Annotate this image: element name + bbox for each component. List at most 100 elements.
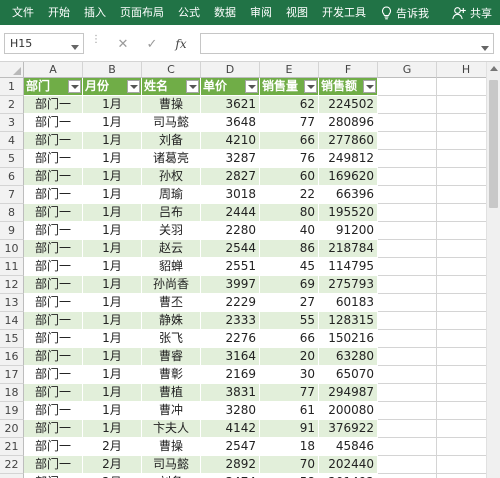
table-header-cell[interactable]: 部门 — [24, 78, 83, 96]
empty-cell[interactable] — [378, 474, 437, 478]
ribbon-tab[interactable]: 审阅 — [243, 0, 279, 25]
table-cell[interactable]: 200080 — [319, 402, 378, 420]
table-cell[interactable]: 赵云 — [142, 240, 201, 258]
table-cell[interactable]: 1月 — [83, 132, 142, 150]
table-cell[interactable]: 部门一 — [24, 420, 83, 438]
row-header[interactable]: 10 — [0, 240, 24, 258]
table-cell[interactable]: 部门一 — [24, 186, 83, 204]
table-cell[interactable]: 224502 — [319, 96, 378, 114]
table-cell[interactable]: 部门一 — [24, 312, 83, 330]
table-cell[interactable]: 1月 — [83, 420, 142, 438]
table-cell[interactable]: 1月 — [83, 96, 142, 114]
table-cell[interactable]: 关羽 — [142, 222, 201, 240]
table-header-cell[interactable]: 姓名 — [142, 78, 201, 96]
table-cell[interactable]: 1月 — [83, 204, 142, 222]
table-cell[interactable]: 部门一 — [24, 456, 83, 474]
empty-cell[interactable] — [378, 222, 437, 240]
table-cell[interactable]: 280896 — [319, 114, 378, 132]
table-cell[interactable]: 部门一 — [24, 114, 83, 132]
table-cell[interactable]: 3831 — [201, 384, 260, 402]
row-header[interactable]: 20 — [0, 420, 24, 438]
empty-cell[interactable] — [378, 420, 437, 438]
table-cell[interactable]: 3997 — [201, 276, 260, 294]
table-cell[interactable]: 201492 — [319, 474, 378, 478]
empty-cell[interactable] — [378, 348, 437, 366]
column-header-g[interactable]: G — [378, 62, 437, 78]
table-cell[interactable]: 部门一 — [24, 168, 83, 186]
table-cell[interactable]: 3648 — [201, 114, 260, 132]
table-cell[interactable]: 18 — [260, 438, 319, 456]
table-cell[interactable]: 刘备 — [142, 474, 201, 478]
select-all-button[interactable] — [0, 62, 24, 78]
chevron-down-icon[interactable] — [71, 40, 79, 53]
table-cell[interactable]: 3287 — [201, 150, 260, 168]
table-cell[interactable]: 27 — [260, 294, 319, 312]
table-cell[interactable]: 2551 — [201, 258, 260, 276]
table-cell[interactable]: 部门一 — [24, 258, 83, 276]
table-cell[interactable]: 2169 — [201, 366, 260, 384]
row-header[interactable]: 11 — [0, 258, 24, 276]
row-header[interactable]: 17 — [0, 366, 24, 384]
table-cell[interactable]: 3474 — [201, 474, 260, 478]
table-cell[interactable]: 部门一 — [24, 348, 83, 366]
empty-cell[interactable] — [378, 330, 437, 348]
table-cell[interactable]: 91 — [260, 420, 319, 438]
ribbon-tab[interactable]: 开始 — [41, 0, 77, 25]
empty-cell[interactable] — [378, 294, 437, 312]
table-cell[interactable]: 40 — [260, 222, 319, 240]
table-cell[interactable]: 1月 — [83, 114, 142, 132]
row-header[interactable]: 19 — [0, 402, 24, 420]
cancel-button[interactable]: ✕ — [113, 35, 133, 53]
table-cell[interactable]: 195520 — [319, 204, 378, 222]
table-cell[interactable]: 1月 — [83, 240, 142, 258]
row-header[interactable]: 12 — [0, 276, 24, 294]
row-header[interactable]: 5 — [0, 150, 24, 168]
column-header-d[interactable]: D — [201, 62, 260, 78]
column-header-c[interactable]: C — [142, 62, 201, 78]
tell-me-button[interactable]: 告诉我 — [373, 5, 437, 21]
row-header[interactable]: 13 — [0, 294, 24, 312]
empty-cell[interactable] — [378, 132, 437, 150]
ribbon-tab[interactable]: 公式 — [171, 0, 207, 25]
table-cell[interactable]: 2544 — [201, 240, 260, 258]
filter-dropdown-icon[interactable] — [245, 80, 258, 93]
table-cell[interactable]: 3280 — [201, 402, 260, 420]
table-cell[interactable]: 1月 — [83, 366, 142, 384]
scrollbar-thumb[interactable] — [489, 80, 498, 208]
column-header-f[interactable]: F — [319, 62, 378, 78]
table-cell[interactable]: 1月 — [83, 384, 142, 402]
share-button[interactable]: 共享 — [452, 5, 500, 21]
empty-cell[interactable] — [378, 366, 437, 384]
ribbon-tab[interactable]: 插入 — [77, 0, 113, 25]
table-cell[interactable]: 部门一 — [24, 330, 83, 348]
table-cell[interactable]: 249812 — [319, 150, 378, 168]
table-cell[interactable]: 20 — [260, 348, 319, 366]
empty-cell[interactable] — [378, 276, 437, 294]
table-header-cell[interactable]: 月份 — [83, 78, 142, 96]
column-header-e[interactable]: E — [260, 62, 319, 78]
table-cell[interactable]: 66 — [260, 330, 319, 348]
table-cell[interactable]: 曹彰 — [142, 366, 201, 384]
chevron-down-icon[interactable] — [481, 40, 489, 54]
table-cell[interactable]: 貂蝉 — [142, 258, 201, 276]
table-cell[interactable]: 部门一 — [24, 222, 83, 240]
table-cell[interactable]: 周瑜 — [142, 186, 201, 204]
table-cell[interactable]: 202440 — [319, 456, 378, 474]
table-cell[interactable]: 218784 — [319, 240, 378, 258]
table-cell[interactable]: 128315 — [319, 312, 378, 330]
table-cell[interactable]: 1月 — [83, 222, 142, 240]
table-cell[interactable]: 部门一 — [24, 132, 83, 150]
row-header[interactable]: 3 — [0, 114, 24, 132]
table-cell[interactable]: 2827 — [201, 168, 260, 186]
ribbon-tab[interactable]: 文件 — [0, 0, 41, 25]
table-cell[interactable]: 3164 — [201, 348, 260, 366]
table-cell[interactable]: 91200 — [319, 222, 378, 240]
table-cell[interactable]: 1月 — [83, 150, 142, 168]
table-cell[interactable]: 45846 — [319, 438, 378, 456]
filter-dropdown-icon[interactable] — [186, 80, 199, 93]
ribbon-tab[interactable]: 页面布局 — [113, 0, 171, 25]
row-header[interactable]: 21 — [0, 438, 24, 456]
row-header[interactable]: 1 — [0, 78, 24, 96]
table-cell[interactable]: 277860 — [319, 132, 378, 150]
table-cell[interactable]: 55 — [260, 312, 319, 330]
